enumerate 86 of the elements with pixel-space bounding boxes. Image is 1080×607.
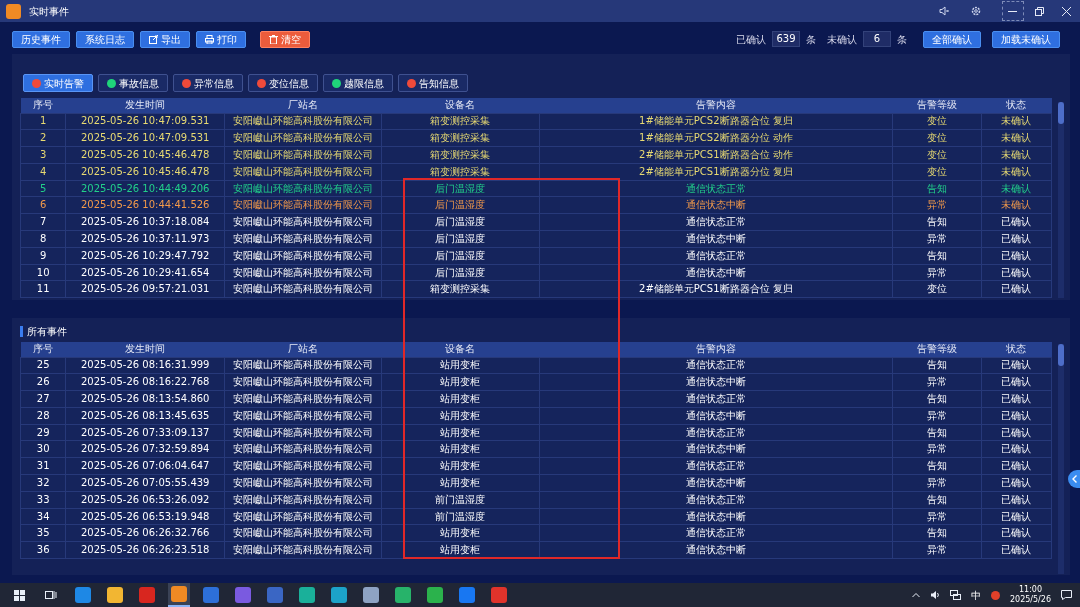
column-header[interactable]: 发生时间 — [65, 98, 225, 113]
section-marker — [20, 325, 23, 337]
column-header[interactable]: 设备名 — [381, 98, 540, 113]
app-icon[interactable] — [171, 586, 187, 602]
table-cell: 安阳巘山环能高科股份有限公司 — [224, 357, 382, 374]
confirmed-label: 已确认 — [736, 32, 766, 47]
app-icon[interactable] — [459, 587, 475, 603]
app-icon[interactable] — [299, 587, 315, 603]
toolbar-button[interactable]: 导出 — [140, 30, 190, 48]
app-logo-icon — [6, 3, 21, 19]
table-cell: 已确认 — [981, 357, 1052, 374]
table-cell: 箱变测控采集 — [381, 113, 540, 130]
unconfirmed-label: 未确认 — [827, 32, 857, 47]
app-icon[interactable] — [267, 587, 283, 603]
unconfirmed-count: 6 — [863, 31, 891, 47]
filter-tab[interactable]: 告知信息 — [397, 74, 468, 92]
column-header[interactable]: 告警内容 — [539, 98, 893, 113]
confirmed-count: 639 — [772, 31, 800, 47]
column-header[interactable]: 序号 — [20, 98, 66, 113]
column-header[interactable]: 设备名 — [381, 342, 540, 357]
network-icon — [949, 590, 961, 600]
trash-icon — [269, 34, 278, 44]
app-icon[interactable] — [75, 587, 91, 603]
app-tray-icon[interactable] — [990, 590, 1000, 600]
table-cell: 2025-05-26 10:47:09.531 — [65, 113, 225, 130]
column-header[interactable]: 告警等级 — [892, 98, 982, 113]
table-cell: 未确认 — [981, 113, 1052, 130]
table-cell: 站用变柜 — [381, 357, 540, 374]
unit-label: 条 — [806, 32, 816, 47]
window-title: 实时事件 — [29, 4, 69, 19]
app-icon[interactable] — [107, 587, 123, 603]
column-header[interactable]: 状态 — [981, 342, 1052, 357]
printer-icon — [205, 34, 214, 44]
filter-tab[interactable]: 异常信息 — [172, 74, 243, 92]
table-cell: 变位 — [892, 113, 982, 130]
section-title: 所有事件 — [27, 324, 67, 339]
column-header[interactable]: 厂站名 — [224, 98, 382, 113]
unit-label: 条 — [897, 32, 907, 47]
column-header[interactable]: 告警内容 — [539, 342, 893, 357]
app-icon[interactable] — [331, 587, 347, 603]
app-icon[interactable] — [491, 587, 507, 603]
chevron-up-icon — [911, 592, 920, 598]
action-button[interactable]: 全部确认 — [923, 30, 981, 48]
clock-date[interactable]: 2025/5/26 — [1009, 595, 1051, 605]
notification-icon[interactable] — [1061, 590, 1072, 600]
table-cell: 25 — [20, 357, 66, 374]
toolbar-button[interactable]: 历史事件 — [12, 30, 70, 48]
app-icon[interactable] — [235, 587, 251, 603]
app-icon[interactable] — [139, 587, 155, 603]
table-cell: 1 — [20, 113, 66, 130]
settings-icon — [970, 6, 981, 16]
windows-icon[interactable] — [13, 589, 25, 601]
table-cell: 安阳巘山环能高科股份有限公司 — [224, 113, 382, 130]
restore-icon — [1035, 6, 1044, 16]
volume-icon — [929, 590, 940, 600]
scrollbar-thumb[interactable] — [1058, 102, 1064, 124]
app-icon[interactable] — [395, 587, 411, 603]
toolbar-button[interactable]: 打印 — [196, 30, 246, 48]
filter-tab[interactable]: 越限信息 — [322, 74, 393, 92]
action-button[interactable]: 加载未确认 — [992, 30, 1060, 48]
app-icon[interactable] — [363, 587, 379, 603]
table-cell: 1#储能单元PCS2断路器合位 复归 — [539, 113, 893, 130]
scrollbar[interactable] — [1058, 102, 1064, 298]
table-cell: 通信状态正常 — [539, 357, 893, 374]
export-icon — [149, 34, 158, 44]
clock-time[interactable]: 11:00 — [1009, 585, 1051, 595]
filter-tab[interactable]: 变位信息 — [247, 74, 318, 92]
speaker-icon — [938, 6, 949, 16]
column-header[interactable]: 告警等级 — [892, 342, 982, 357]
task-view-icon[interactable] — [45, 590, 57, 600]
table-cell: 2025-05-26 08:16:31.999 — [65, 357, 225, 374]
scrollbar-thumb[interactable] — [1058, 344, 1064, 366]
chevron-left-icon — [1071, 475, 1077, 483]
app-icon[interactable] — [427, 587, 443, 603]
column-header[interactable]: 发生时间 — [65, 342, 225, 357]
scrollbar[interactable] — [1058, 344, 1064, 574]
close-icon — [1062, 6, 1071, 16]
table-cell: 告知 — [892, 357, 982, 374]
column-header[interactable]: 厂站名 — [224, 342, 382, 357]
column-header[interactable]: 状态 — [981, 98, 1052, 113]
filter-tab[interactable]: 实时告警 — [22, 74, 93, 92]
filter-tab[interactable]: 事故信息 — [97, 74, 168, 92]
toolbar-button[interactable]: 系统日志 — [76, 30, 134, 48]
column-header[interactable]: 序号 — [20, 342, 66, 357]
app-icon[interactable] — [203, 587, 219, 603]
input-method-indicator[interactable]: 中 — [970, 587, 981, 603]
